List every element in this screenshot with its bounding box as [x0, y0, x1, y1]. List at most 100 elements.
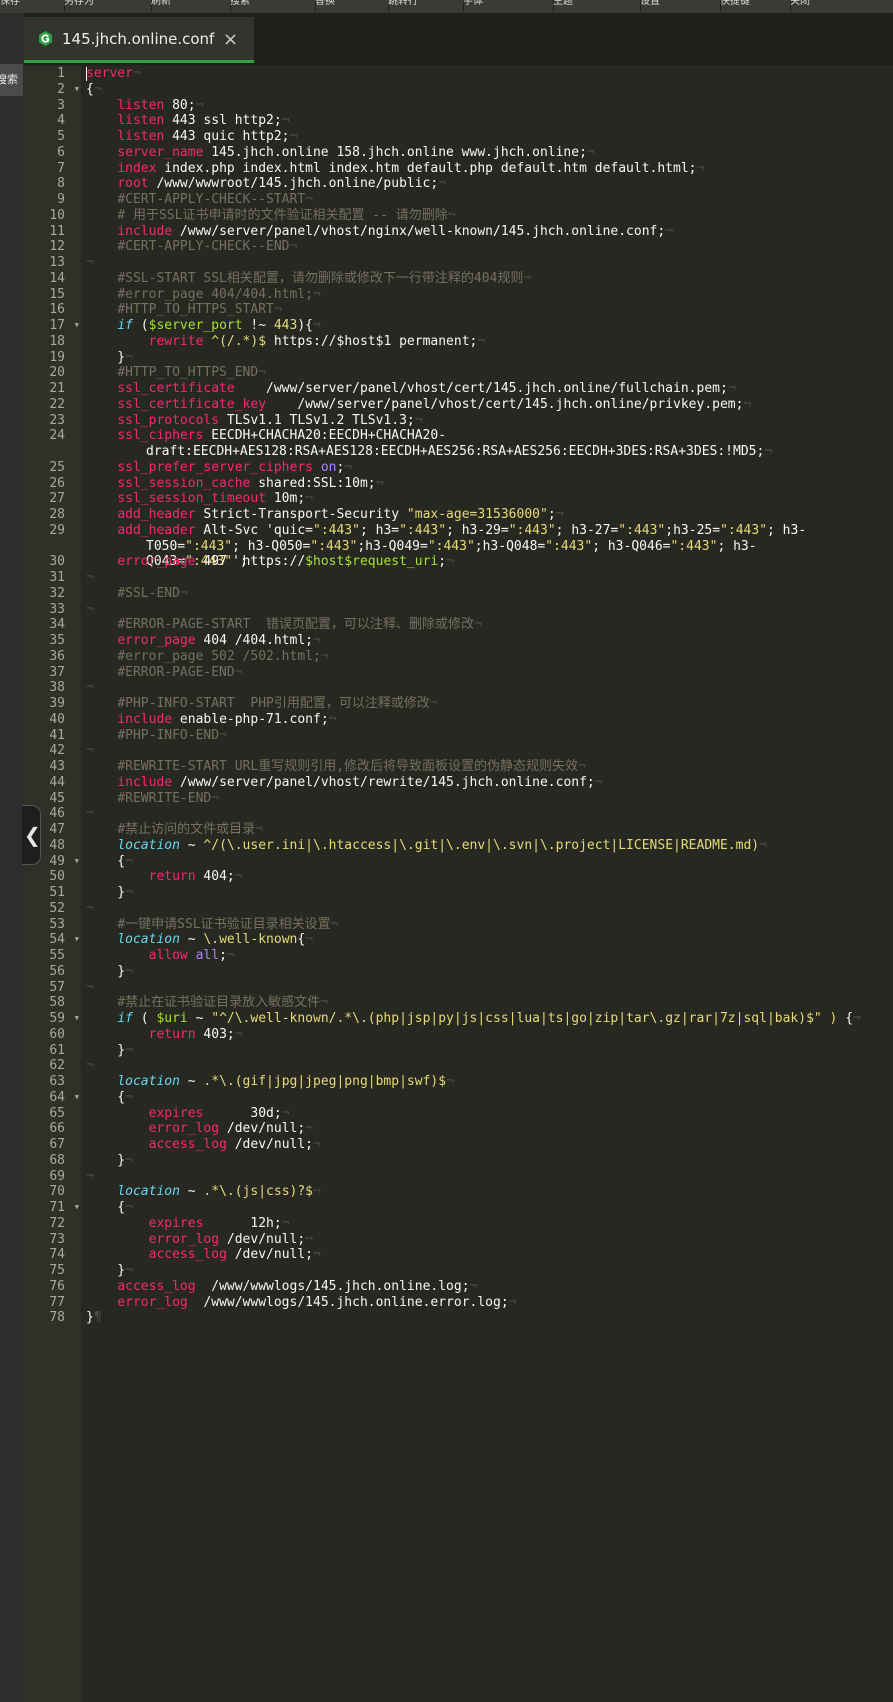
code-line[interactable]: ¬ — [86, 1058, 892, 1074]
code-line[interactable]: #HTTP_TO_HTTPS_END¬ — [86, 365, 892, 381]
code-line[interactable]: {¬ — [86, 1090, 892, 1106]
code-line[interactable]: ssl_protocols TLSv1.1 TLSv1.2 TLSv1.3;¬ — [86, 413, 892, 429]
code-lines[interactable]: server¬ {¬ listen 80;¬ listen 443 ssl htt… — [86, 66, 892, 1326]
code-line[interactable]: error_log /www/wwwlogs/145.jhch.online.e… — [86, 1295, 892, 1311]
collapse-sidebar-button[interactable]: ❮ — [22, 805, 41, 865]
toolbar-button-1[interactable]: 另存为 — [64, 0, 152, 12]
code-line[interactable]: ssl_certificate_key /www/server/panel/vh… — [86, 397, 892, 413]
code-line[interactable]: #error_page 404/404.html;¬ — [86, 287, 892, 303]
code-line[interactable]: ¬ — [86, 602, 892, 618]
code-line[interactable]: location ~ .*\.(js|css)?$¬ — [86, 1184, 892, 1200]
code-line[interactable]: ¬ — [86, 901, 892, 917]
fold-arrow-icon[interactable]: ▼ — [75, 854, 79, 870]
toolbar-button-3[interactable]: 搜索 — [230, 0, 316, 12]
code-line[interactable]: location ~ ^/(\.user.ini|\.htaccess|\.gi… — [86, 838, 892, 854]
code-line[interactable]: #CERT-APPLY-CHECK--START¬ — [86, 192, 892, 208]
code-line[interactable]: error_page 497 https://$host$request_uri… — [86, 554, 892, 570]
code-line[interactable]: server¬ — [86, 66, 892, 82]
toolbar-button-8[interactable]: 设置 — [640, 0, 721, 12]
fold-arrow-icon[interactable]: ▼ — [75, 1090, 79, 1106]
code-line[interactable]: {¬ — [86, 1200, 892, 1216]
code-line[interactable]: location ~ \.well-known{¬ — [86, 932, 892, 948]
code-line[interactable]: ¬ — [86, 1169, 892, 1185]
code-line[interactable]: }¬ — [86, 885, 892, 901]
code-line[interactable]: ssl_session_cache shared:SSL:10m;¬ — [86, 476, 892, 492]
code-line[interactable]: ¬ — [86, 680, 892, 696]
code-line[interactable]: include enable-php-71.conf;¬ — [86, 712, 892, 728]
code-line[interactable]: #SSL-END¬ — [86, 586, 892, 602]
code-line[interactable]: add_header Strict-Transport-Security "ma… — [86, 507, 892, 523]
toolbar-button-9[interactable]: 快捷键 — [720, 0, 791, 12]
code-line[interactable]: if ( $uri ~ "^/\.well-known/.*\.(php|jsp… — [86, 1011, 892, 1027]
code-line[interactable]: ¬ — [86, 570, 892, 586]
code-line[interactable]: error_page 404 /404.html;¬ — [86, 633, 892, 649]
code-line[interactable]: }¶ — [86, 1310, 892, 1326]
code-line[interactable]: #ERROR-PAGE-START 错误页配置，可以注释、删除或修改¬ — [86, 617, 892, 633]
code-line[interactable]: #PHP-INFO-END¬ — [86, 728, 892, 744]
code-line[interactable]: ssl_session_timeout 10m;¬ — [86, 491, 892, 507]
search-sidebar-tab[interactable]: 搜索 — [0, 64, 23, 96]
code-line[interactable]: }¬ — [86, 350, 892, 366]
close-icon[interactable]: × — [223, 29, 238, 50]
code-line[interactable]: }¬ — [86, 1153, 892, 1169]
fold-arrow-icon[interactable]: ▼ — [75, 932, 79, 948]
code-line[interactable]: rewrite ^(/.*)$ https://$host$1 permanen… — [86, 334, 892, 350]
fold-arrow-icon[interactable]: ▼ — [75, 318, 79, 334]
fold-arrow-icon[interactable]: ▼ — [75, 1011, 79, 1027]
code-line[interactable]: #禁止在证书验证目录放入敏感文件¬ — [86, 995, 892, 1011]
code-line[interactable]: expires 30d;¬ — [86, 1106, 892, 1122]
code-line[interactable]: listen 80;¬ — [86, 98, 892, 114]
code-line[interactable]: {¬ — [86, 82, 892, 98]
code-line[interactable]: include /www/server/panel/vhost/rewrite/… — [86, 775, 892, 791]
fold-arrow-icon[interactable]: ▼ — [75, 82, 79, 98]
code-line[interactable]: #ERROR-PAGE-END¬ — [86, 665, 892, 681]
code-line[interactable]: # 用于SSL证书申请时的文件验证相关配置 -- 请勿删除¬ — [86, 208, 892, 224]
code-line[interactable]: ssl_certificate /www/server/panel/vhost/… — [86, 381, 892, 397]
code-line[interactable]: #PHP-INFO-START PHP引用配置，可以注释或修改¬ — [86, 696, 892, 712]
code-line[interactable]: }¬ — [86, 1043, 892, 1059]
code-line[interactable]: #error_page 502 /502.html;¬ — [86, 649, 892, 665]
code-line[interactable]: index index.php index.html index.htm def… — [86, 161, 892, 177]
code-line[interactable]: }¬ — [86, 1263, 892, 1279]
fold-arrow-icon[interactable]: ▼ — [75, 1200, 79, 1216]
code-line[interactable]: ¬ — [86, 255, 892, 271]
toolbar-button-10[interactable]: 关闭 — [790, 0, 893, 12]
code-line[interactable]: ssl_ciphers EECDH+CHACHA20:EECDH+CHACHA2… — [86, 428, 866, 460]
code-line[interactable]: #REWRITE-END¬ — [86, 791, 892, 807]
code-line[interactable]: #一键申请SSL证书验证目录相关设置¬ — [86, 917, 892, 933]
tab-145-jhch-online-conf[interactable]: 145.jhch.online.conf × — [24, 17, 254, 63]
code-line[interactable]: return 403;¬ — [86, 1027, 892, 1043]
code-line[interactable]: add_header Alt-Svc 'quic=":443"; h3=":44… — [86, 523, 866, 570]
code-line[interactable]: listen 443 quic http2;¬ — [86, 129, 892, 145]
code-line[interactable]: expires 12h;¬ — [86, 1216, 892, 1232]
toolbar-button-2[interactable]: 刷新 — [151, 0, 231, 12]
code-line[interactable]: ¬ — [86, 743, 892, 759]
code-line[interactable]: #SSL-START SSL相关配置，请勿删除或修改下一行带注释的404规则¬ — [86, 271, 892, 287]
code-line[interactable]: {¬ — [86, 854, 892, 870]
code-line[interactable]: #HTTP_TO_HTTPS_START¬ — [86, 302, 892, 318]
code-line[interactable]: #CERT-APPLY-CHECK--END¬ — [86, 239, 892, 255]
code-line[interactable]: access_log /dev/null;¬ — [86, 1247, 892, 1263]
code-line[interactable]: include /www/server/panel/vhost/nginx/we… — [86, 224, 892, 240]
code-line[interactable]: if ($server_port !~ 443){¬ — [86, 318, 892, 334]
code-line[interactable]: #REWRITE-START URL重写规则引用,修改后将导致面板设置的伪静态规… — [86, 759, 892, 775]
toolbar-button-5[interactable]: 跳转行 — [388, 0, 464, 12]
code-line[interactable]: listen 443 ssl http2;¬ — [86, 113, 892, 129]
code-line[interactable]: ssl_prefer_server_ciphers on;¬ — [86, 460, 892, 476]
code-line[interactable]: access_log /dev/null;¬ — [86, 1137, 892, 1153]
code-line[interactable]: location ~ .*\.(gif|jpg|jpeg|png|bmp|swf… — [86, 1074, 892, 1090]
toolbar-button-6[interactable]: 字体 — [463, 0, 554, 12]
code-line[interactable]: error_log /dev/null;¬ — [86, 1232, 892, 1248]
code-line[interactable]: access_log /www/wwwlogs/145.jhch.online.… — [86, 1279, 892, 1295]
code-line[interactable]: error_log /dev/null;¬ — [86, 1121, 892, 1137]
code-line[interactable]: ¬ — [86, 980, 892, 996]
code-line[interactable]: server_name 145.jhch.online 158.jhch.onl… — [86, 145, 892, 161]
toolbar-button-4[interactable]: 替换 — [315, 0, 389, 12]
code-line[interactable]: }¬ — [86, 964, 892, 980]
toolbar-button-0[interactable]: 保存 — [0, 0, 65, 12]
code-line[interactable]: #禁止访问的文件或目录¬ — [86, 822, 892, 838]
code-line[interactable]: root /www/wwwroot/145.jhch.online/public… — [86, 176, 892, 192]
toolbar-button-7[interactable]: 主题 — [553, 0, 641, 12]
code-line[interactable]: allow all;¬ — [86, 948, 892, 964]
code-line[interactable]: return 404;¬ — [86, 869, 892, 885]
